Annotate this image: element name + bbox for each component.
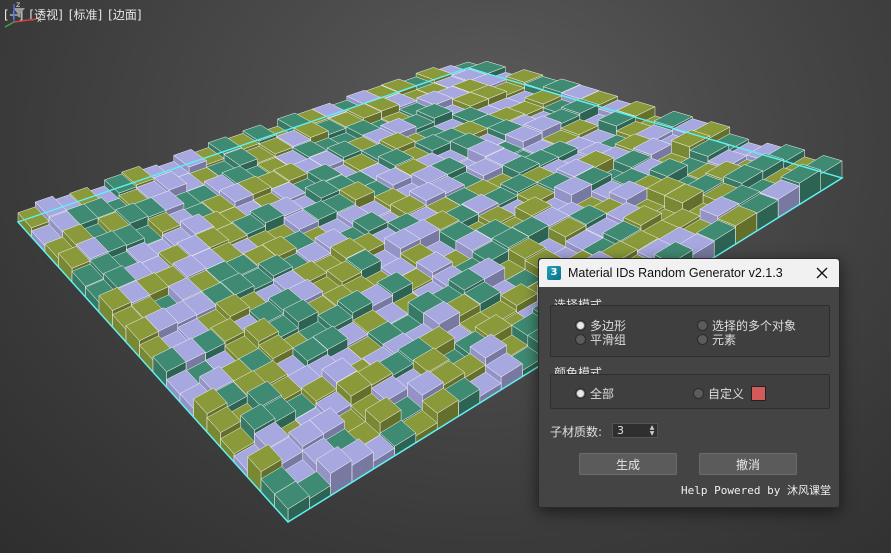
radio-all[interactable]: 全部 [575, 385, 614, 402]
3dsmax-app-icon: 3 [547, 266, 561, 280]
spinner-down-icon[interactable]: ▼ [650, 431, 655, 437]
radio-custom[interactable]: 自定义 [693, 385, 744, 402]
axis-gizmo: z x [4, 0, 42, 28]
submaterial-count-label: 子材质数: [550, 425, 603, 439]
submaterial-count-value: 3 [617, 424, 624, 437]
custom-color-swatch[interactable] [751, 386, 766, 401]
footer-credit: Help Powered by 沐风课堂 [681, 484, 831, 497]
generate-button[interactable]: 生成 [579, 453, 677, 475]
undo-button[interactable]: 撤消 [699, 453, 797, 475]
close-icon [816, 267, 828, 279]
axis-x-label: x [37, 15, 42, 24]
axis-z-label: z [16, 0, 20, 9]
material-id-generator-dialog: 3 Material IDs Random Generator v2.1.3 选… [538, 258, 840, 508]
viewport-shading-menu[interactable]: [标准] [69, 6, 102, 23]
radio-element[interactable]: 元素 [697, 331, 736, 348]
radio-custom-label: 自定义 [708, 387, 745, 401]
radio-dot [575, 334, 586, 345]
spinner-arrows[interactable]: ▲ ▼ [648, 425, 656, 437]
close-button[interactable] [813, 264, 831, 282]
radio-smoothing-group-label: 平滑组 [590, 333, 627, 347]
viewport-display-menu[interactable]: [边面] [108, 6, 141, 23]
radio-dot [697, 334, 708, 345]
radio-element-label: 元素 [712, 333, 737, 347]
radio-smoothing-group[interactable]: 平滑组 [575, 331, 626, 348]
radio-all-label: 全部 [590, 387, 615, 401]
radio-dot [575, 320, 586, 331]
radio-dot [693, 388, 704, 399]
submaterial-count-spinner[interactable]: 3 ▲ ▼ [612, 423, 658, 438]
dialog-titlebar[interactable]: 3 Material IDs Random Generator v2.1.3 [539, 259, 839, 287]
radio-dot [575, 388, 586, 399]
dialog-title: Material IDs Random Generator v2.1.3 [568, 266, 783, 280]
radio-dot [697, 320, 708, 331]
